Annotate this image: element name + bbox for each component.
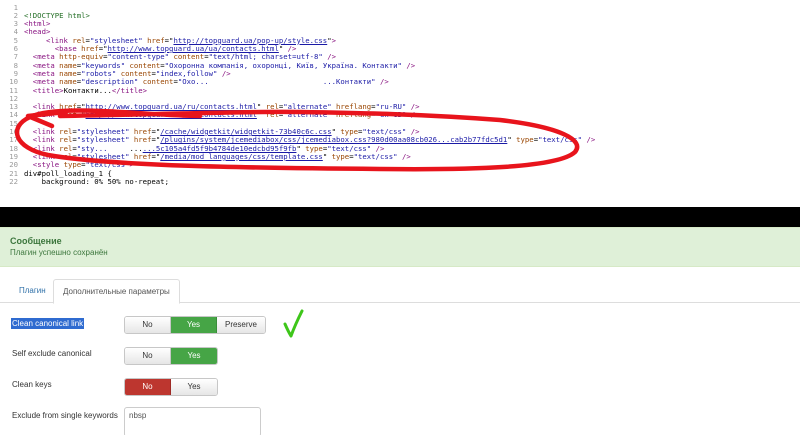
line-code: background: 0% 50% no-repeat;: [24, 176, 169, 186]
source-line: 1: [0, 2, 800, 12]
alert-heading: Сообщение: [10, 236, 62, 246]
canonical-yes-button[interactable]: Yes: [171, 317, 217, 333]
plugin-settings-panel: Сообщение Плагин успешно сохранён Плагин…: [0, 227, 800, 435]
success-alert: Сообщение Плагин успешно сохранён: [0, 227, 800, 267]
source-line: 20 <style type="text/css">: [0, 160, 800, 169]
source-line: 11 <title>Контакти...</title>: [0, 85, 800, 95]
green-checkmark-icon: [283, 309, 304, 338]
line-number: 5: [13, 35, 18, 45]
line-code: <title>Контакти...</title>: [32, 85, 148, 95]
canonical-preserve-button[interactable]: Preserve: [217, 317, 265, 333]
self-exclude-no-button[interactable]: No: [125, 348, 171, 364]
line-number: 1: [13, 2, 18, 12]
clean-keys-label: Clean keys: [12, 380, 52, 389]
self-exclude-label: Self exclude canonical: [12, 349, 92, 358]
source-line: 14 <link href="http://www.topguard.ua/en…: [0, 110, 800, 120]
clean-keys-toggle: No Yes: [124, 378, 218, 396]
source-line: 22 background: 0% 50% no-repeat;: [0, 176, 800, 186]
line-number: 4: [13, 27, 18, 37]
clean-canonical-label: Clean canonical link: [11, 318, 85, 329]
tab-plugin[interactable]: Плагин: [10, 279, 55, 303]
clean-keys-no-button[interactable]: No: [125, 379, 171, 395]
clean-canonical-toggle: No Yes Preserve: [124, 316, 266, 334]
line-number: 8: [13, 60, 18, 70]
line-number: 2: [13, 10, 18, 20]
source-line: 3 <html>: [0, 19, 800, 29]
screenshot-separator: [0, 207, 800, 227]
exclude-single-keywords-label: Exclude from single keywords: [12, 411, 118, 420]
clean-keys-yes-button[interactable]: Yes: [171, 379, 217, 395]
line-number: 7: [13, 52, 18, 62]
exclude-single-keywords-textarea[interactable]: nbsp: [124, 407, 261, 435]
canonical-no-button[interactable]: No: [125, 317, 171, 333]
source-line: 2 <!DOCTYPE html>: [0, 10, 800, 20]
line-code: <link href="http://www.topguard.ua/en/co…: [32, 110, 420, 120]
line-number: 3: [13, 19, 18, 29]
self-exclude-yes-button[interactable]: Yes: [171, 348, 217, 364]
settings-tabs: Плагин Дополнительные параметры: [0, 279, 800, 304]
line-number: 6: [13, 44, 18, 53]
line-number: 22: [9, 176, 18, 186]
alert-message: Плагин успешно сохранён: [10, 248, 108, 257]
self-exclude-toggle: No Yes: [124, 347, 218, 365]
tab-advanced-parameters[interactable]: Дополнительные параметры: [53, 279, 180, 304]
page-source-view: 1 2 <!DOCTYPE html> 3 <html> 4 <head> 5 <link r…: [0, 0, 800, 207]
